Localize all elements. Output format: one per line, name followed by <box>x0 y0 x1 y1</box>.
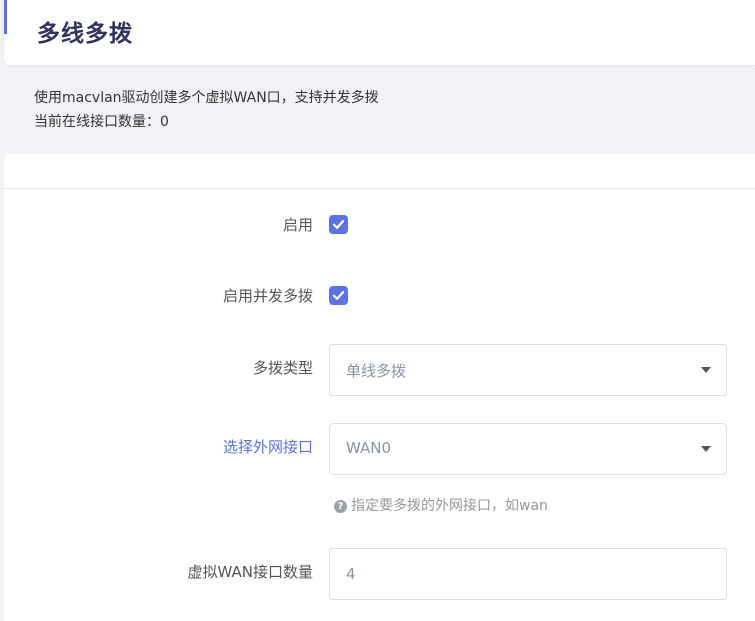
checkmark-icon <box>332 220 345 229</box>
dial-type-label: 多拨类型 <box>252 359 313 377</box>
description-text: 使用macvlan驱动创建多个虚拟WAN口，支持并发多拨 <box>34 90 379 106</box>
settings-form: 启用 启用并发多拨 多拨类型 单线多拨 选择外网接口 WAN0 ? 指定要多拨的外… <box>4 154 755 621</box>
dial-type-value: 单线多拨 <box>346 362 407 380</box>
chevron-down-icon <box>701 367 711 373</box>
wan-interface-value: WAN0 <box>346 439 392 457</box>
dial-type-select[interactable]: 单线多拨 <box>329 344 727 396</box>
chevron-down-icon <box>701 446 711 452</box>
virtual-wan-count-input[interactable] <box>329 548 727 600</box>
enable-label: 启用 <box>282 216 313 234</box>
form-divider <box>4 188 755 189</box>
wan-interface-label: 选择外网接口 <box>222 438 313 456</box>
question-circle-icon: ? <box>334 500 347 513</box>
concurrent-dial-checkbox[interactable] <box>329 286 348 305</box>
wan-interface-help-text: 指定要多拨的外网接口，如wan <box>351 498 548 514</box>
header-accent-bar <box>4 0 7 34</box>
wan-interface-help: ? 指定要多拨的外网接口，如wan <box>334 495 548 515</box>
page-header: 多线多拨 <box>4 0 755 65</box>
page-title: 多线多拨 <box>37 21 133 47</box>
virtual-wan-count-label: 虚拟WAN接口数量 <box>187 563 314 581</box>
concurrent-dial-label: 启用并发多拨 <box>222 287 313 305</box>
wan-interface-select[interactable]: WAN0 <box>329 423 727 475</box>
page-description: 使用macvlan驱动创建多个虚拟WAN口，支持并发多拨 当前在线接口数量：0 <box>34 86 379 134</box>
enable-checkbox[interactable] <box>329 215 348 234</box>
online-interface-count: 当前在线接口数量：0 <box>34 114 169 130</box>
checkmark-icon <box>332 291 345 300</box>
